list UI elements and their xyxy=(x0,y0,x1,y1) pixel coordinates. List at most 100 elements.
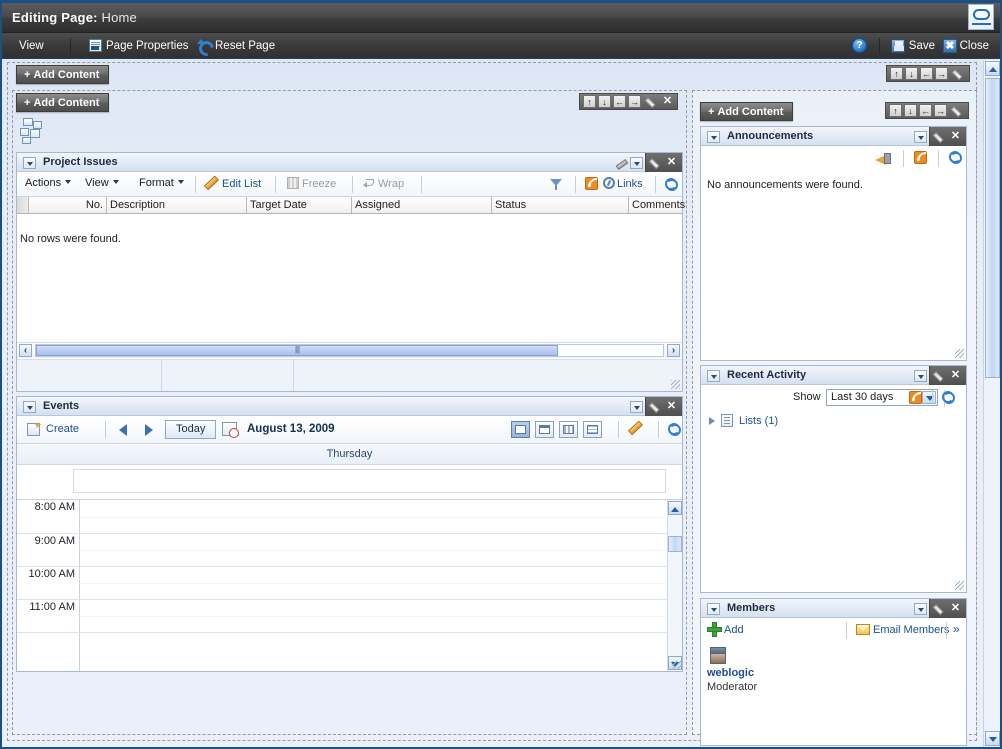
edit-panel-icon-members[interactable] xyxy=(935,603,946,614)
tree-item-lists[interactable]: Lists (1) xyxy=(739,415,778,427)
edit-events-button[interactable] xyxy=(630,422,648,437)
menu-view[interactable]: View xyxy=(12,33,51,59)
edit-panel-icon-project-issues[interactable] xyxy=(651,157,662,168)
remove-region-button-left[interactable]: ✕ xyxy=(662,96,673,107)
configure-icon-project-issues[interactable] xyxy=(615,157,627,169)
column-header-4[interactable]: Status xyxy=(492,197,629,213)
add-content-button-left[interactable]: + Add Content xyxy=(16,93,110,112)
all-day-events-slot[interactable] xyxy=(73,469,666,493)
hscroll-left-button[interactable]: ‹ xyxy=(19,344,32,357)
column-header-0[interactable]: No. xyxy=(29,197,107,213)
calendar-hour-row[interactable]: 11:00 AM xyxy=(17,600,682,633)
add-member-icon[interactable] xyxy=(707,622,722,637)
actions-menu[interactable]: Actions xyxy=(25,177,72,189)
panel-menu-announcements[interactable] xyxy=(914,130,927,143)
collapse-toggle-announcements[interactable] xyxy=(707,131,720,143)
move-left-button-left[interactable]: ← xyxy=(613,95,626,108)
links-button[interactable]: Links xyxy=(603,177,643,190)
move-left-button[interactable]: ← xyxy=(920,67,933,80)
move-right-button-left[interactable]: → xyxy=(628,95,641,108)
scroll-down-button[interactable] xyxy=(985,731,1000,746)
refresh-button-events[interactable] xyxy=(667,422,681,436)
email-members-button[interactable]: Email Members xyxy=(873,624,949,636)
week-view-toggle[interactable] xyxy=(535,421,554,438)
view-menu[interactable]: View xyxy=(85,177,119,189)
create-event-icon[interactable] xyxy=(27,420,42,436)
move-up-button-left[interactable]: ↑ xyxy=(583,95,596,108)
move-up-button-right[interactable]: ↑ xyxy=(889,104,902,117)
go-to-date-icon[interactable] xyxy=(222,422,239,438)
member-name[interactable]: weblogic xyxy=(707,667,754,679)
remove-panel-button-recent-activity[interactable]: ✕ xyxy=(950,370,961,381)
edit-list-button[interactable]: Edit List xyxy=(206,177,261,190)
move-right-button[interactable]: → xyxy=(935,67,948,80)
next-day-button[interactable] xyxy=(145,424,153,436)
help-icon[interactable]: ? xyxy=(852,38,867,53)
list-item[interactable]: weblogic Moderator xyxy=(701,647,966,693)
remove-panel-button-members[interactable]: ✕ xyxy=(950,603,961,614)
hscroll-track[interactable] xyxy=(35,344,664,357)
column-header-2[interactable]: Target Date xyxy=(247,197,352,213)
move-down-button[interactable]: ↓ xyxy=(905,67,918,80)
refresh-button-recent-activity[interactable] xyxy=(941,390,955,404)
remove-panel-button-project-issues[interactable]: ✕ xyxy=(666,157,677,168)
edit-panel-icon-recent-activity[interactable] xyxy=(935,370,946,381)
filter-button[interactable] xyxy=(550,178,562,193)
remove-panel-button-announcements[interactable]: ✕ xyxy=(950,131,961,142)
column-header-3[interactable]: Assigned xyxy=(352,197,492,213)
calendar-scroll-up[interactable] xyxy=(668,501,682,515)
calendar-scroll-thumb[interactable] xyxy=(668,536,682,552)
calendar-hour-row[interactable]: 8:00 AM xyxy=(17,500,682,534)
menu-page-properties[interactable]: Page Properties xyxy=(82,33,195,59)
rss-button-recent-activity[interactable] xyxy=(909,391,922,405)
more-members-actions-button[interactable]: » xyxy=(953,622,960,636)
collapse-toggle-members[interactable] xyxy=(707,603,720,615)
column-header-1[interactable]: Description xyxy=(107,197,247,213)
close-button[interactable]: Close xyxy=(953,33,996,59)
rss-button-announcements[interactable] xyxy=(914,151,927,165)
edit-panel-icon-events[interactable] xyxy=(651,401,662,412)
hscroll-right-button[interactable]: › xyxy=(667,344,680,357)
refresh-button-project-issues[interactable] xyxy=(664,177,678,191)
move-up-button[interactable]: ↑ xyxy=(890,67,903,80)
move-left-button-right[interactable]: ← xyxy=(919,104,932,117)
move-right-button-right[interactable]: → xyxy=(934,104,947,117)
add-content-button-right[interactable]: + Add Content xyxy=(700,102,794,121)
calendar-hour-row[interactable]: 10:00 AM xyxy=(17,567,682,600)
format-menu[interactable]: Format xyxy=(139,177,184,189)
today-button[interactable]: Today xyxy=(165,420,217,439)
scroll-thumb[interactable] xyxy=(985,78,1000,378)
save-button[interactable]: Save xyxy=(902,33,942,59)
calendar-scrollbar[interactable] xyxy=(667,500,682,671)
refresh-button-announcements[interactable] xyxy=(948,150,962,164)
day-view-toggle[interactable] xyxy=(511,421,530,438)
tree-expand-icon[interactable] xyxy=(709,417,715,425)
panel-menu-project-issues[interactable] xyxy=(630,156,643,169)
list-view-toggle[interactable] xyxy=(583,421,602,438)
remove-panel-button-events[interactable]: ✕ xyxy=(666,401,677,412)
edit-panel-icon-announcements[interactable] xyxy=(935,131,946,142)
edit-region-icon[interactable] xyxy=(954,68,965,79)
collapse-toggle-recent-activity[interactable] xyxy=(707,370,720,382)
move-down-button-left[interactable]: ↓ xyxy=(598,95,611,108)
create-event-button[interactable]: Create xyxy=(46,423,79,435)
edit-region-icon-right[interactable] xyxy=(953,105,964,116)
edit-region-icon-left[interactable] xyxy=(647,96,658,107)
panel-menu-events[interactable] xyxy=(630,400,643,413)
rss-button-project-issues[interactable] xyxy=(585,177,598,191)
column-header-5[interactable]: Comments xyxy=(629,197,685,213)
hscroll-thumb[interactable] xyxy=(36,345,558,356)
recent-activity-resize-grip[interactable] xyxy=(955,581,964,590)
move-down-button-right[interactable]: ↓ xyxy=(904,104,917,117)
month-view-toggle[interactable] xyxy=(559,421,578,438)
add-member-button[interactable]: Add xyxy=(724,624,744,636)
panel-resize-grip[interactable] xyxy=(671,380,680,389)
menu-reset-page[interactable]: Reset Page xyxy=(190,33,282,59)
events-resize-grip[interactable] xyxy=(672,661,681,670)
panel-menu-members[interactable] xyxy=(914,602,927,615)
email-members-icon[interactable] xyxy=(856,624,870,635)
scroll-up-button[interactable] xyxy=(985,61,1000,76)
previous-day-button[interactable] xyxy=(119,424,127,436)
page-scrollbar[interactable] xyxy=(983,60,1000,747)
chevron-down-icon[interactable] xyxy=(922,391,936,404)
